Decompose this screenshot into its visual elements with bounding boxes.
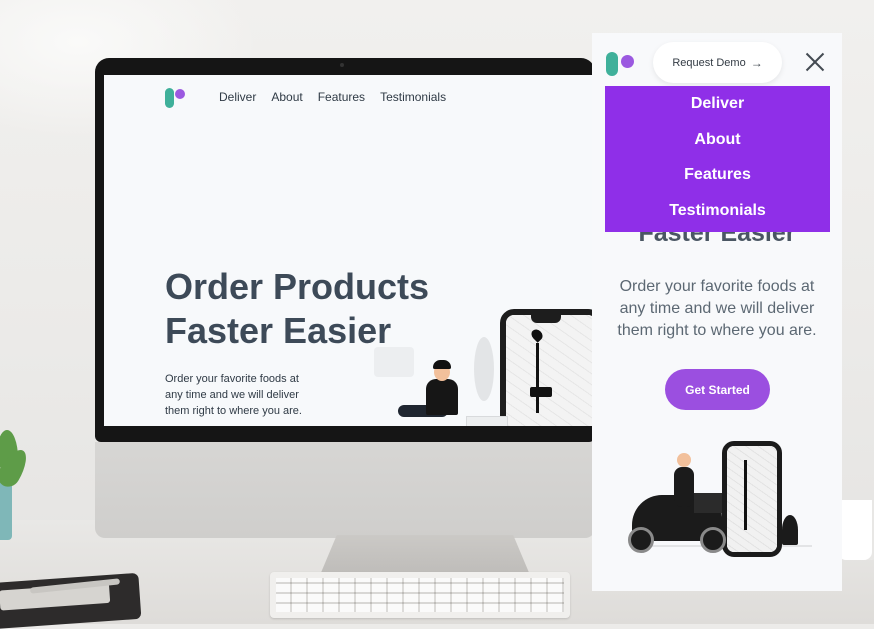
webcam-dot <box>340 63 344 67</box>
mobile-brand-logo[interactable] <box>606 52 634 76</box>
monitor-chin <box>95 442 595 538</box>
close-icon[interactable] <box>804 51 826 73</box>
hero-subtitle: Order your favorite foods at any time an… <box>165 373 302 417</box>
mobile-nav-menu: Deliver About Features Testimonials <box>605 86 830 232</box>
logo-bar-shape <box>165 88 174 108</box>
hero-title: Order Products Faster Easier <box>165 265 429 353</box>
route-line <box>536 343 539 413</box>
hero-title-line-2: Faster Easier <box>165 310 392 351</box>
phone-notch <box>531 315 561 323</box>
hero-title-line-1: Order Products <box>165 266 430 307</box>
person-illustration <box>398 360 464 425</box>
logo-bar-shape <box>606 52 618 76</box>
rider-body <box>674 467 694 507</box>
mobile-nav-deliver[interactable]: Deliver <box>605 86 830 122</box>
rider-head <box>677 453 691 467</box>
plant-illustration <box>782 515 798 545</box>
request-demo-label: Request Demo <box>672 56 746 69</box>
desktop-nav: Deliver About Features Testimonials <box>219 90 461 104</box>
map-pattern <box>506 315 595 426</box>
request-demo-button[interactable]: Request Demo → <box>653 42 782 83</box>
logo-dot-shape <box>175 89 185 99</box>
mobile-site-panel: Request Demo → Faster Easier Deliver Abo… <box>592 33 842 591</box>
keyboard <box>270 572 570 618</box>
scooter-wheel <box>700 527 726 553</box>
route-line <box>744 460 747 530</box>
scooter-wheel <box>628 527 654 553</box>
person-hair <box>433 360 451 369</box>
screen-bottom-bezel <box>98 426 595 440</box>
desktop-site-screen: Deliver About Features Testimonials Orde… <box>104 75 595 426</box>
get-started-button[interactable]: Get Started <box>665 369 770 410</box>
phone-map-illustration <box>722 441 782 557</box>
nav-link-features[interactable]: Features <box>318 90 365 104</box>
monitor-stand <box>320 535 530 575</box>
mobile-hero-subtitle: Order your favorite foods at any time an… <box>617 278 817 339</box>
mug <box>838 500 874 560</box>
nav-link-about[interactable]: About <box>271 90 302 104</box>
destination-tag <box>530 387 552 397</box>
arrow-right-icon: → <box>750 55 763 70</box>
logo-dot-shape <box>621 55 634 68</box>
scooter-delivery-illustration <box>622 435 822 557</box>
nav-link-testimonials[interactable]: Testimonials <box>380 90 446 104</box>
brand-logo[interactable] <box>165 88 185 108</box>
mobile-nav-testimonials[interactable]: Testimonials <box>605 193 830 229</box>
keyboard-keys <box>276 578 564 612</box>
mobile-nav-features[interactable]: Features <box>605 157 830 193</box>
mobile-nav-about[interactable]: About <box>605 122 830 158</box>
phone-map-illustration <box>500 309 595 426</box>
delivery-box-illustration <box>694 493 722 513</box>
person-body <box>426 379 458 415</box>
map-pattern <box>727 446 777 552</box>
nav-link-deliver[interactable]: Deliver <box>219 90 256 104</box>
package-box-illustration <box>466 416 508 426</box>
leaf-illustration <box>474 337 494 401</box>
